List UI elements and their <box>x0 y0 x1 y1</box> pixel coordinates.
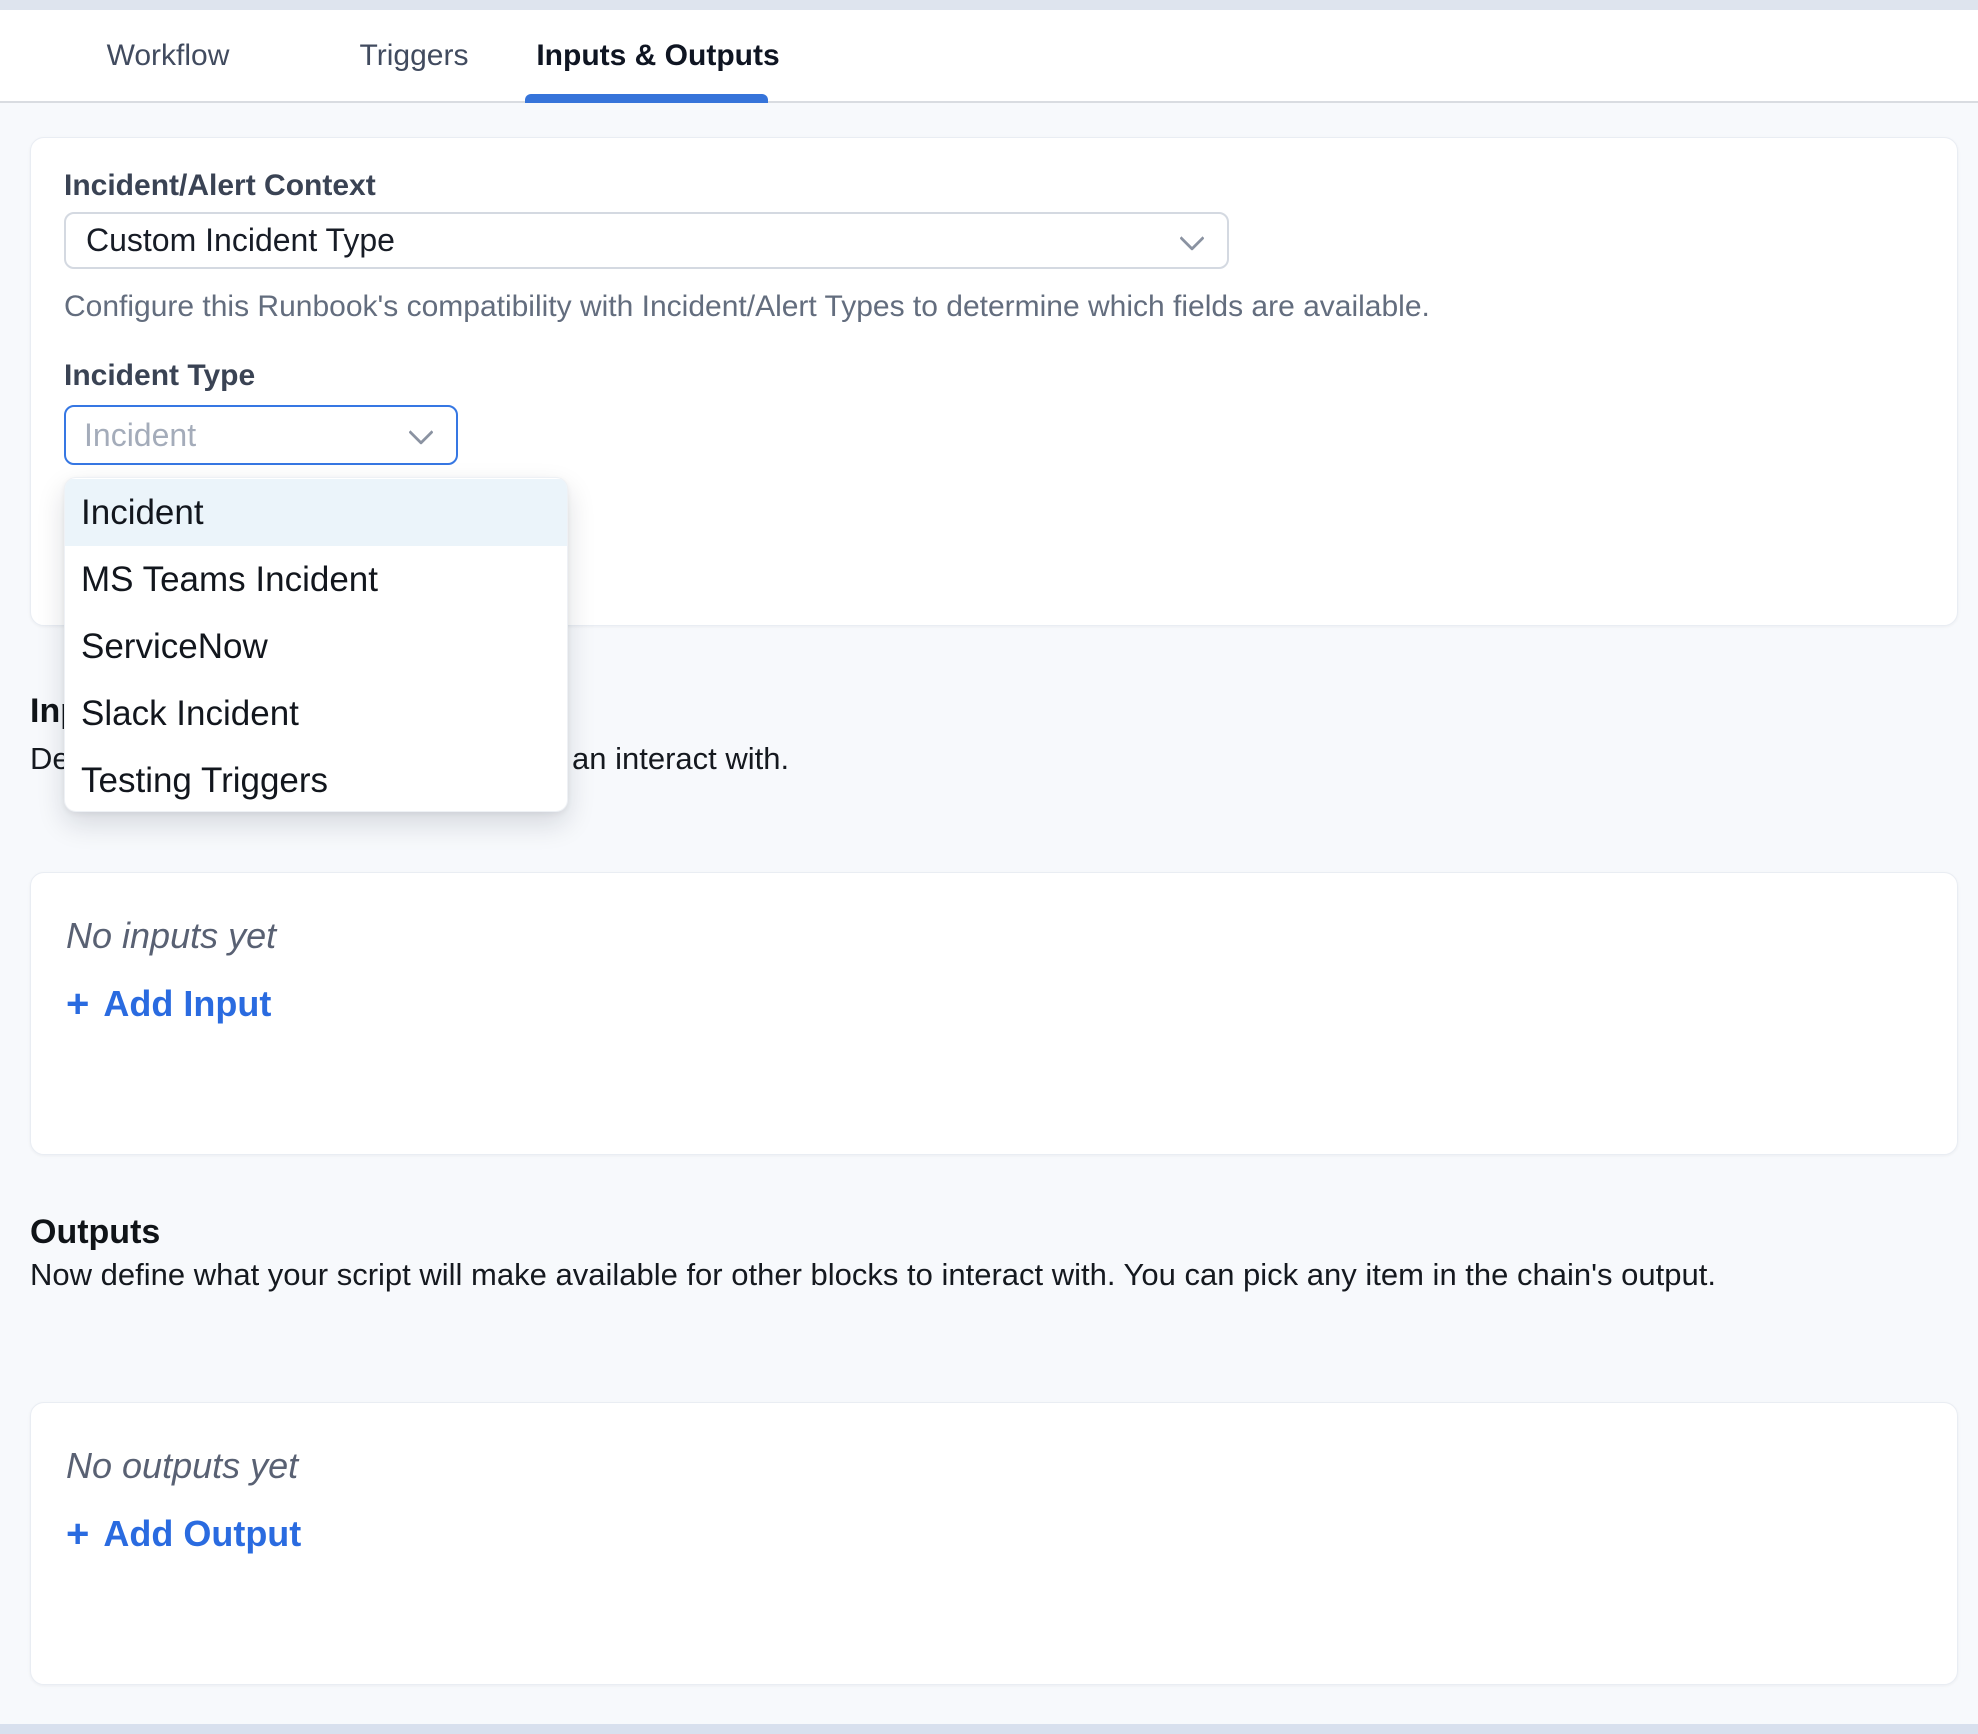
tab-inputs-outputs[interactable]: Inputs & Outputs <box>536 10 779 101</box>
inputs-card: No inputs yet + Add Input <box>30 872 1958 1155</box>
incident-type-select[interactable]: Incident <box>64 405 458 465</box>
tab-workflow[interactable]: Workflow <box>107 10 230 101</box>
incident-type-label: Incident Type <box>64 359 255 393</box>
plus-icon: + <box>66 1516 89 1552</box>
inputs-section-description-right: an interact with. <box>572 742 789 776</box>
incident-type-dropdown-menu: Incident MS Teams Incident ServiceNow Sl… <box>64 477 568 812</box>
dropdown-option-servicenow[interactable]: ServiceNow <box>65 613 567 680</box>
inputs-outputs-page: Workflow Triggers Inputs & Outputs Incid… <box>0 0 1978 1734</box>
dropdown-option-ms-teams-incident[interactable]: MS Teams Incident <box>65 546 567 613</box>
outputs-section-description: Now define what your script will make av… <box>30 1258 1716 1292</box>
dropdown-option-slack-incident[interactable]: Slack Incident <box>65 680 567 747</box>
incident-type-placeholder: Incident <box>84 417 196 454</box>
tab-bar: Workflow Triggers Inputs & Outputs <box>0 10 1978 103</box>
outputs-card: No outputs yet + Add Output <box>30 1402 1958 1685</box>
active-tab-underline <box>525 94 768 103</box>
no-inputs-text: No inputs yet <box>66 915 276 957</box>
outputs-section-heading: Outputs <box>30 1215 160 1249</box>
plus-icon: + <box>66 986 89 1022</box>
dropdown-option-testing-triggers[interactable]: Testing Triggers <box>65 747 567 812</box>
add-input-button[interactable]: + Add Input <box>66 983 271 1025</box>
no-outputs-text: No outputs yet <box>66 1445 298 1487</box>
dropdown-option-incident[interactable]: Incident <box>65 479 567 546</box>
window-top-strip <box>0 0 1978 10</box>
add-output-label: Add Output <box>103 1513 301 1555</box>
window-bottom-strip <box>0 1724 1978 1734</box>
incident-alert-context-value: Custom Incident Type <box>86 222 395 259</box>
incident-alert-context-select[interactable]: Custom Incident Type <box>64 212 1229 269</box>
add-input-label: Add Input <box>103 983 271 1025</box>
add-output-button[interactable]: + Add Output <box>66 1513 301 1555</box>
incident-alert-context-label: Incident/Alert Context <box>64 169 376 203</box>
tab-triggers[interactable]: Triggers <box>360 10 469 101</box>
context-helper-text: Configure this Runbook's compatibility w… <box>64 290 1430 324</box>
chevron-down-icon <box>408 420 433 445</box>
chevron-down-icon <box>1179 225 1204 250</box>
